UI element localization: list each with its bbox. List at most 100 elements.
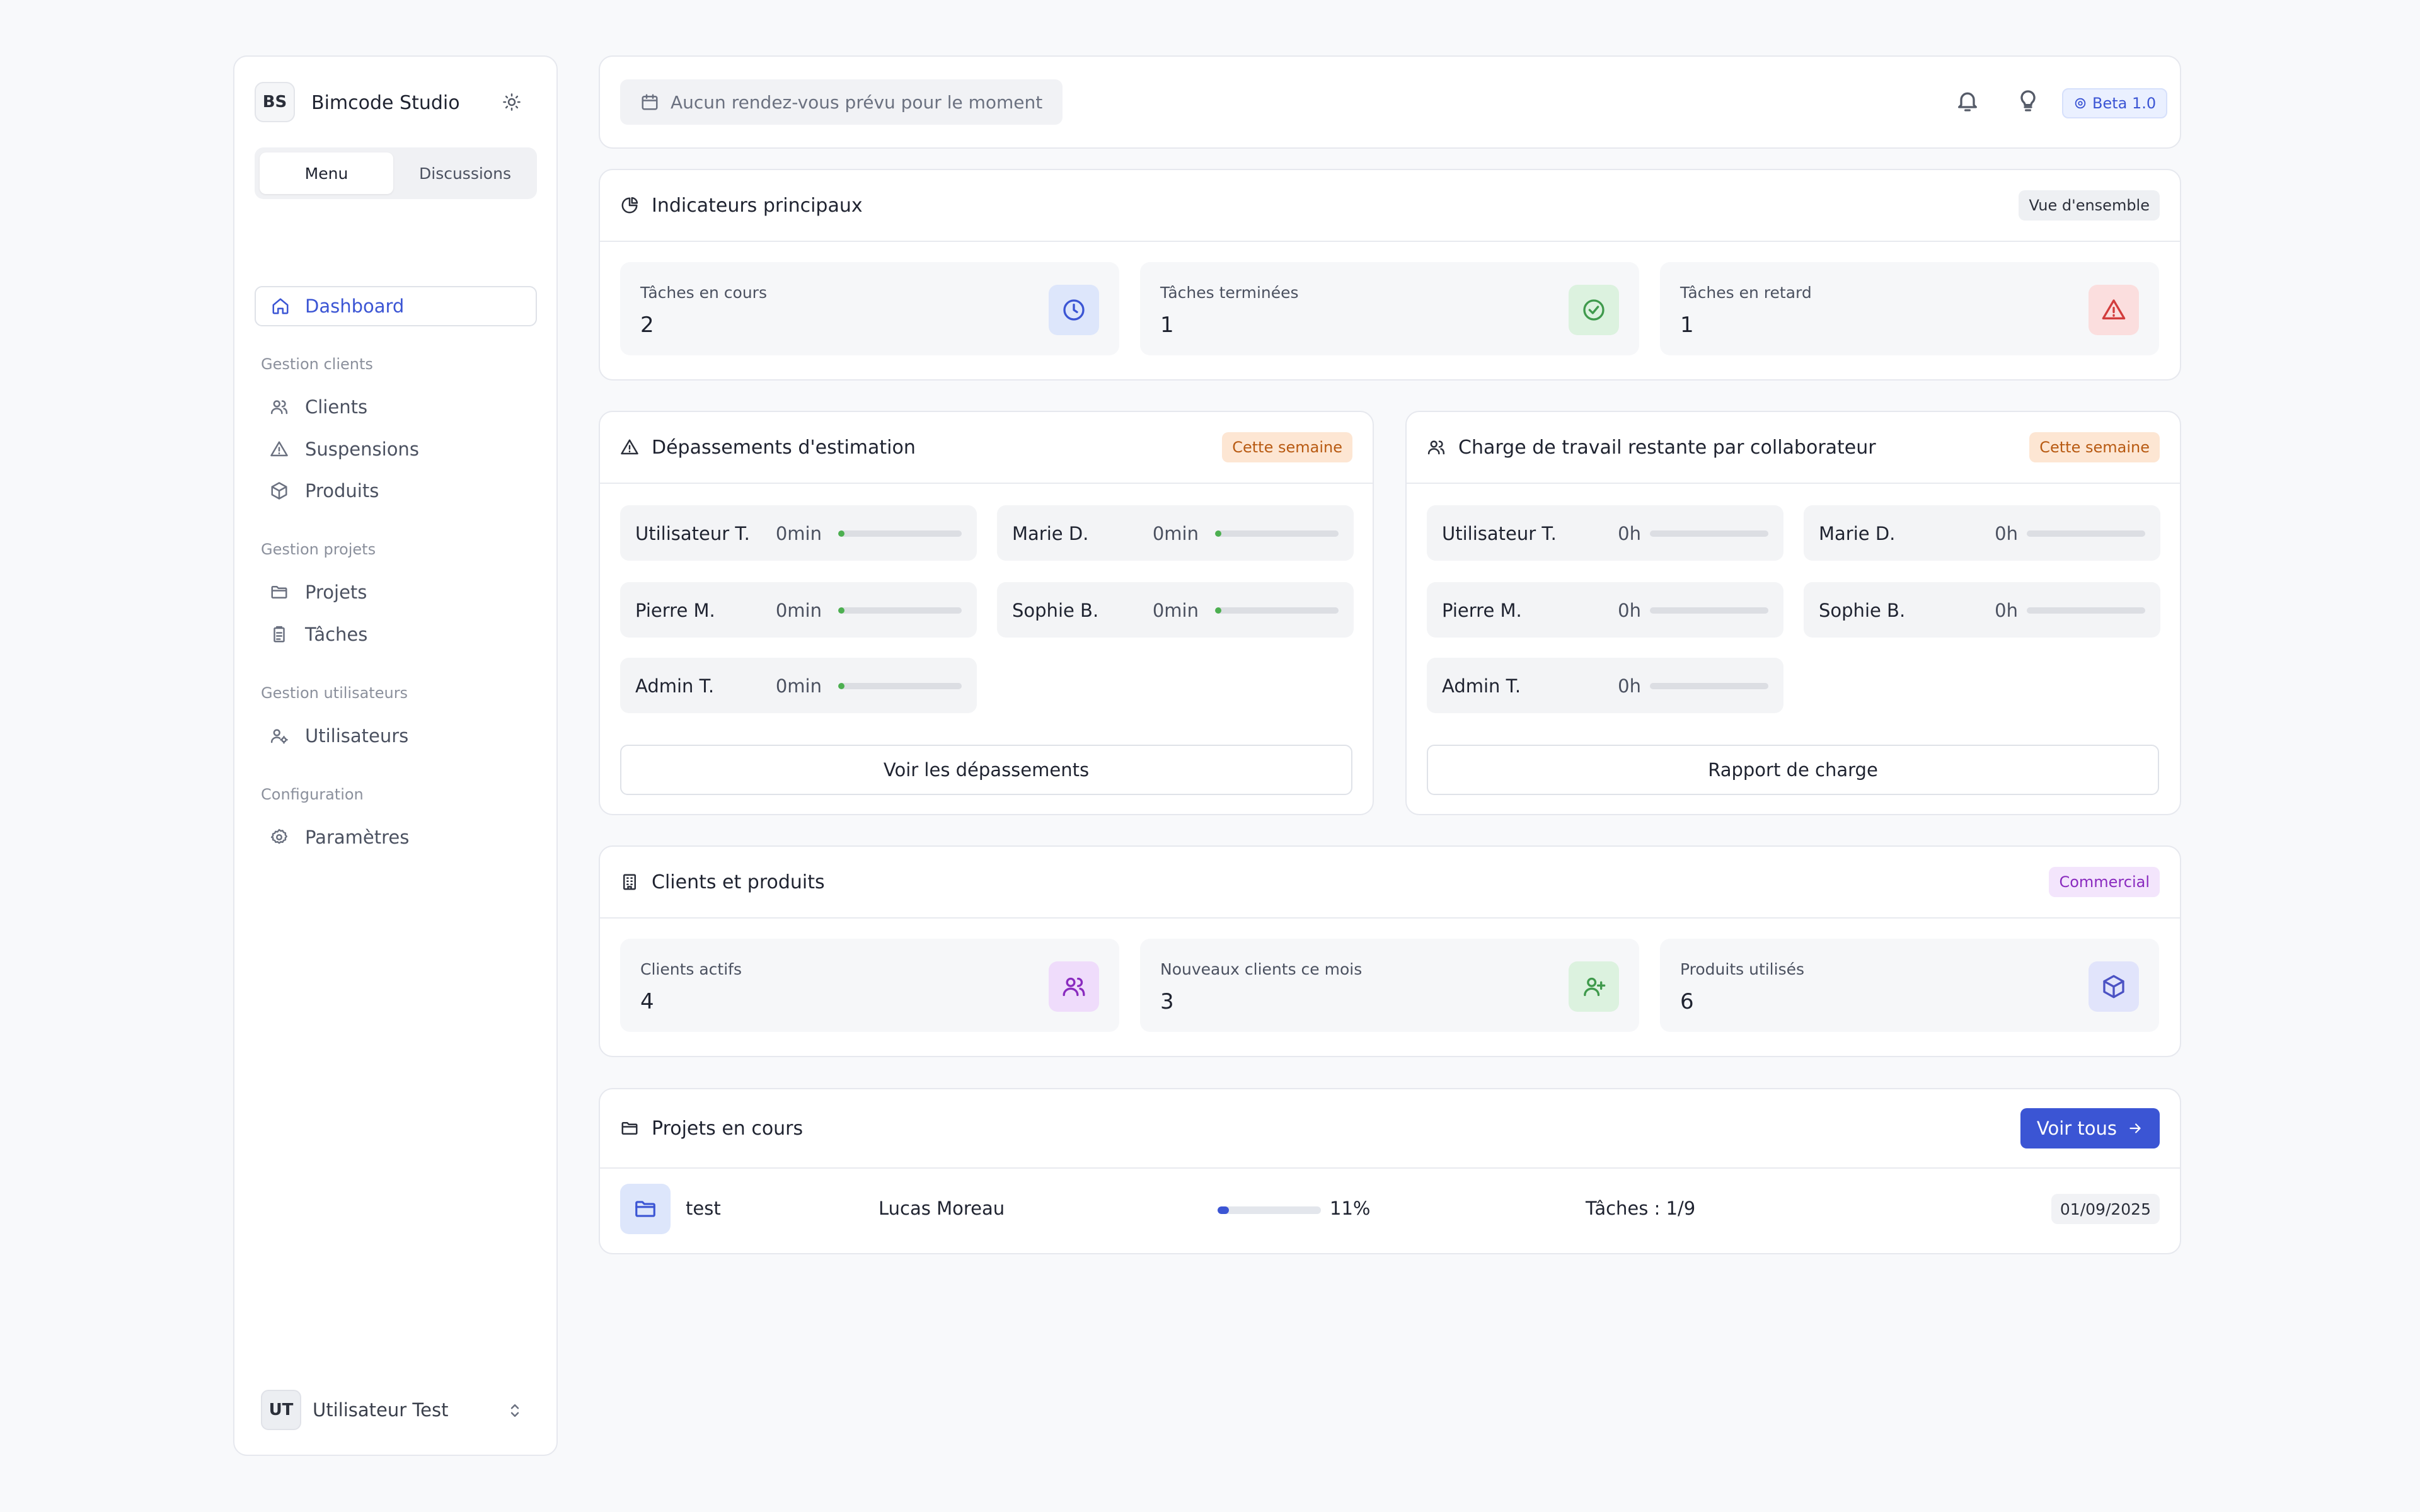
progress-fill — [838, 683, 844, 689]
progress-fill — [838, 607, 844, 614]
stat-label: Tâches en cours — [640, 284, 767, 302]
overrun-row: Marie D. 0min — [997, 505, 1354, 561]
workload-report-button[interactable]: Rapport de charge — [1427, 745, 2159, 795]
check-circle-icon — [1569, 285, 1619, 335]
workload-row: Marie D. 0h — [1804, 505, 2160, 561]
stat-value: 4 — [640, 989, 654, 1014]
project-name: test — [686, 1198, 721, 1219]
sidebar-item-taches[interactable]: Tâches — [270, 619, 367, 650]
section-header: Dépassements d'estimation — [620, 412, 916, 483]
progress-bar — [838, 683, 962, 689]
person-name: Sophie B. — [1819, 600, 1906, 621]
beta-badge: Beta 1.0 — [2062, 88, 2168, 118]
sidebar-item-utilisateurs[interactable]: Utilisateurs — [270, 720, 408, 752]
sidebar-item-label: Tâches — [305, 624, 368, 645]
sidebar-item-suspensions[interactable]: Suspensions — [270, 433, 419, 465]
progress-bar — [1215, 530, 1339, 537]
top-bar: Aucun rendez-vous prévu pour le moment B… — [599, 55, 2181, 149]
bell-icon[interactable] — [1955, 88, 1980, 113]
lightbulb-icon[interactable] — [2015, 88, 2041, 113]
stat-value: 1 — [1680, 312, 1694, 338]
user-name: Utilisateur Test — [313, 1399, 449, 1421]
sidebar-item-dashboard[interactable]: Dashboard — [255, 286, 537, 326]
nav-group-title: Gestion utilisateurs — [261, 684, 408, 702]
sidebar-item-parametres[interactable]: Paramètres — [270, 822, 409, 853]
sun-icon[interactable] — [499, 89, 524, 115]
workload-row: Pierre M. 0h — [1427, 582, 1783, 638]
view-all-label: Voir tous — [2036, 1118, 2117, 1139]
sidebar-item-label: Produits — [305, 480, 379, 501]
overrun-row: Admin T. 0min — [620, 658, 977, 713]
clients-card: Clients et produits Commercial Clients a… — [599, 845, 2181, 1057]
warning-icon — [270, 440, 289, 459]
indicators-card: Indicateurs principaux Vue d'ensemble Tâ… — [599, 169, 2181, 381]
section-title: Clients et produits — [652, 871, 825, 893]
progress-bar — [1215, 607, 1339, 614]
divider — [600, 241, 2180, 242]
appointment-text: Aucun rendez-vous prévu pour le moment — [671, 91, 1043, 113]
warning-icon — [620, 438, 639, 457]
arrow-right-icon — [2117, 1120, 2143, 1137]
project-row[interactable]: test Lucas Moreau 11% Tâches : 1/9 01/09… — [620, 1184, 2160, 1234]
stat-value: 1 — [1160, 312, 1174, 338]
project-progress-label: 11% — [1330, 1198, 1371, 1219]
sidebar-item-projets[interactable]: Projets — [270, 576, 367, 608]
person-value: 0h — [1995, 523, 2018, 544]
nav-group-title: Configuration — [261, 786, 364, 803]
person-name: Pierre M. — [1442, 600, 1522, 621]
person-name: Utilisateur T. — [635, 523, 750, 544]
person-name: Utilisateur T. — [1442, 523, 1557, 544]
person-name: Marie D. — [1012, 523, 1089, 544]
stat-value: 2 — [640, 312, 654, 338]
section-header: Projets en cours — [620, 1089, 803, 1167]
sidebar-item-produits[interactable]: Produits — [270, 475, 379, 507]
person-value: 0min — [1152, 523, 1199, 544]
pie-chart-icon — [620, 196, 639, 215]
project-progress-bar — [1218, 1206, 1321, 1214]
user-plus-icon — [1569, 961, 1619, 1012]
chevrons-up-down-icon — [505, 1401, 524, 1420]
progress-bar — [838, 607, 962, 614]
project-tasks: Tâches : 1/9 — [1586, 1198, 1696, 1219]
gear-icon — [2073, 96, 2087, 110]
stat-card-tasks-late: Tâches en retard 1 — [1660, 262, 2159, 355]
box-icon — [270, 481, 289, 500]
tab-discussions[interactable]: Discussions — [398, 152, 532, 194]
workload-row: Admin T. 0h — [1427, 658, 1783, 713]
progress-bar — [2027, 530, 2145, 537]
clipboard-icon — [270, 625, 289, 644]
workload-row: Utilisateur T. 0h — [1427, 505, 1783, 561]
overruns-card: Dépassements d'estimation Cette semaine … — [599, 411, 1374, 815]
section-title: Indicateurs principaux — [652, 194, 863, 217]
calendar-icon — [640, 93, 659, 112]
person-name: Admin T. — [635, 675, 715, 697]
person-value: 0min — [775, 600, 822, 621]
section-title: Charge de travail restante par collabora… — [1458, 436, 1876, 459]
users-icon — [1427, 438, 1446, 457]
person-value: 0h — [1618, 523, 1641, 544]
user-menu[interactable]: UT Utilisateur Test — [261, 1390, 532, 1430]
clock-icon — [1049, 285, 1099, 335]
view-overruns-button[interactable]: Voir les dépassements — [620, 745, 1352, 795]
appointment-banner[interactable]: Aucun rendez-vous prévu pour le moment — [620, 79, 1063, 125]
sidebar-item-label: Paramètres — [305, 827, 410, 848]
person-name: Admin T. — [1442, 675, 1521, 697]
progress-bar — [2027, 607, 2145, 614]
divider — [1407, 483, 2180, 484]
avatar: UT — [261, 1390, 301, 1430]
divider — [600, 917, 2180, 919]
progress-bar — [1650, 530, 1768, 537]
tab-menu[interactable]: Menu — [260, 152, 393, 194]
person-name: Marie D. — [1819, 523, 1896, 544]
sidebar-item-clients[interactable]: Clients — [270, 391, 367, 423]
projects-card: Projets en cours Voir tous test Lucas Mo… — [599, 1088, 2181, 1254]
person-value: 0h — [1618, 675, 1641, 697]
box-icon — [2089, 961, 2139, 1012]
sidebar: BS Bimcode Studio Menu Discussions Dashb… — [233, 55, 558, 1456]
person-value: 0min — [1152, 600, 1199, 621]
person-name: Pierre M. — [635, 600, 715, 621]
home-icon — [271, 297, 290, 316]
view-all-button[interactable]: Voir tous — [2020, 1108, 2160, 1148]
person-value: 0h — [1618, 600, 1641, 621]
stat-value: 6 — [1680, 989, 1694, 1014]
